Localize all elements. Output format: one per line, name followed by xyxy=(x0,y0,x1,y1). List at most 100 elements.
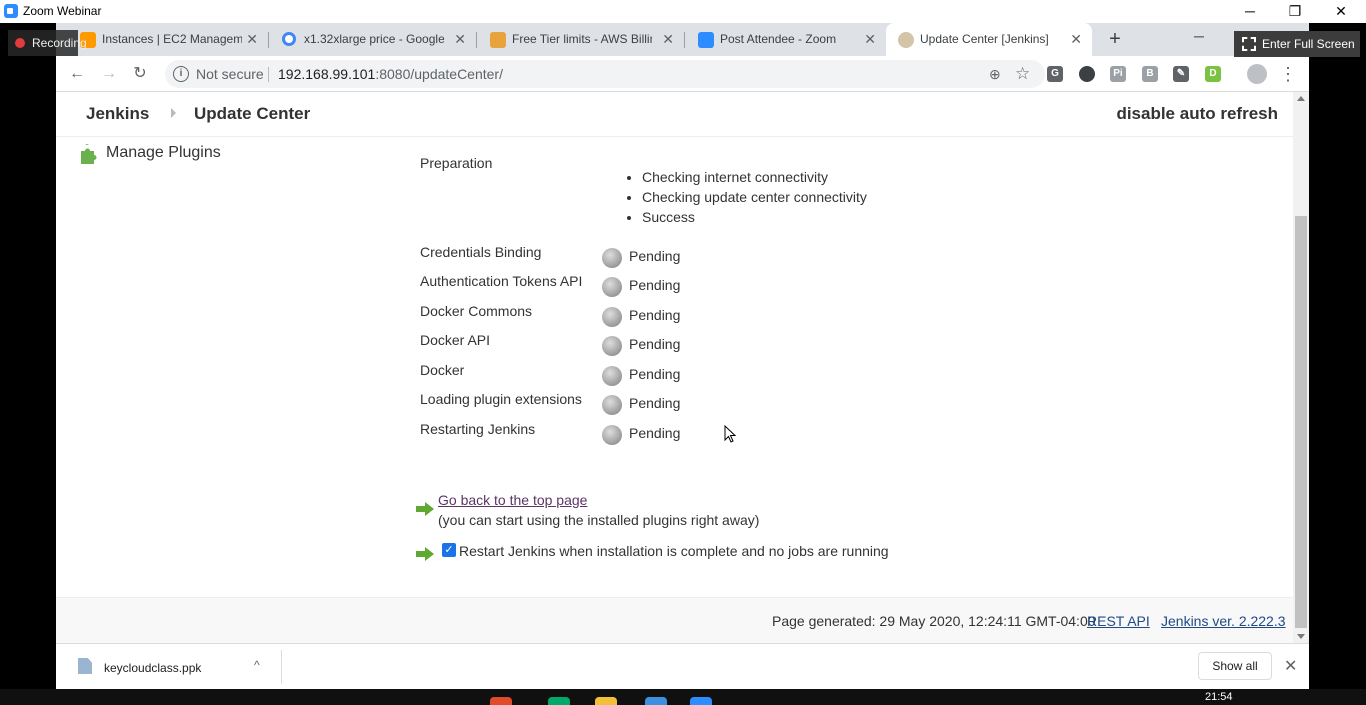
plugin-status: Pending xyxy=(629,425,681,441)
back-button[interactable]: ← xyxy=(65,62,89,86)
chevron-up-icon[interactable]: ^ xyxy=(254,658,260,672)
tab-label: Free Tier limits - AWS Billing xyxy=(512,32,652,46)
plugin-status: Pending xyxy=(629,366,681,382)
forward-button[interactable]: → xyxy=(97,62,121,86)
maximize-button[interactable]: ❐ xyxy=(1272,0,1318,23)
close-shelf-icon[interactable]: ✕ xyxy=(1284,656,1297,676)
plugin-name: Docker Commons xyxy=(420,303,533,319)
enter-full-screen-button[interactable]: Enter Full Screen xyxy=(1234,31,1360,57)
circle-ext-icon[interactable] xyxy=(1079,66,1095,82)
breadcrumb-jenkins[interactable]: Jenkins xyxy=(86,104,149,124)
pending-status-icon xyxy=(602,277,622,297)
minimize-button[interactable]: ─ xyxy=(1227,0,1273,23)
download-file-name[interactable]: keycloudclass.ppk xyxy=(104,661,201,675)
tab-zoom[interactable]: Post Attendee - Zoom ✕ xyxy=(686,23,886,56)
list-item: Checking update center connectivity xyxy=(642,189,867,209)
plugin-status: Pending xyxy=(629,395,681,411)
pending-status-icon xyxy=(602,336,622,356)
rest-api-link[interactable]: REST API xyxy=(1087,613,1150,629)
tab-label: Update Center [Jenkins] xyxy=(920,32,1049,46)
new-tab-button[interactable]: + xyxy=(1102,27,1128,53)
address-bar[interactable]: i Not secure 192.168.99.101:8080/updateC… xyxy=(165,60,1045,88)
jenkins-page: Jenkins Update Center disable auto refre… xyxy=(56,92,1293,643)
bookmark-star-icon[interactable]: ☆ xyxy=(1015,65,1033,83)
tab-label: x1.32xlarge price - Google Search xyxy=(304,32,444,46)
plugin-name: Credentials Binding xyxy=(420,244,542,260)
zoom-icon[interactable]: ⊕ xyxy=(989,66,1005,82)
reload-button[interactable]: ↻ xyxy=(128,62,152,86)
grammarly-icon[interactable]: G xyxy=(1047,66,1063,82)
close-tab-icon[interactable]: ✕ xyxy=(246,23,258,56)
manage-plugins-label: Manage Plugins xyxy=(106,144,221,161)
info-icon[interactable]: i xyxy=(173,66,189,82)
pi-ext-icon[interactable]: Pi xyxy=(1110,66,1126,82)
recording-indicator[interactable]: Recording xyxy=(8,30,87,56)
close-window-button[interactable]: ✕ xyxy=(1318,0,1364,23)
browser-window: Instances | EC2 Management ✕ x1.32xlarge… xyxy=(56,23,1309,689)
scroll-down-icon[interactable] xyxy=(1297,634,1305,639)
file-icon xyxy=(78,658,92,674)
browser-minimize-button[interactable]: ─ xyxy=(1184,23,1214,56)
app-taskbar-icon[interactable] xyxy=(645,697,667,705)
tab-label: Instances | EC2 Management xyxy=(102,32,242,46)
google-icon xyxy=(282,32,296,46)
browser-menu-icon[interactable]: ⋮ xyxy=(1276,62,1300,86)
top-page-note: (you can start using the installed plugi… xyxy=(438,512,760,528)
edit-ext-icon[interactable]: ✎ xyxy=(1173,66,1189,82)
next-arrow-icon xyxy=(416,547,434,561)
list-item: Success xyxy=(642,209,867,229)
scrollbar-thumb[interactable] xyxy=(1295,216,1307,628)
close-tab-icon[interactable]: ✕ xyxy=(454,23,466,56)
url-text[interactable]: 192.168.99.101:8080/updateCenter/ xyxy=(278,66,503,82)
plugin-status: Pending xyxy=(629,336,681,352)
top-page-link[interactable]: Go back to the top page xyxy=(438,492,587,508)
mouse-cursor-icon xyxy=(724,425,736,443)
shelf-separator xyxy=(281,650,282,684)
restart-checkbox[interactable]: ✓ xyxy=(442,543,456,557)
tab-label: Post Attendee - Zoom xyxy=(720,32,837,46)
d-ext-icon[interactable]: D xyxy=(1205,66,1221,82)
plugin-name: Loading plugin extensions xyxy=(420,391,582,407)
page-generated-text: Page generated: 29 May 2020, 12:24:11 GM… xyxy=(772,613,1096,629)
close-tab-icon[interactable]: ✕ xyxy=(864,23,876,56)
recording-label: Recording xyxy=(32,36,87,50)
zoom-logo-icon xyxy=(4,4,18,18)
pending-status-icon xyxy=(602,425,622,445)
address-separator xyxy=(268,67,269,82)
download-shelf: keycloudclass.ppk ^ Show all ✕ xyxy=(56,643,1309,689)
window-title: Zoom Webinar xyxy=(23,4,102,18)
b-ext-icon[interactable]: B xyxy=(1142,66,1158,82)
folder-taskbar-icon[interactable] xyxy=(595,697,617,705)
jenkins-header: Jenkins Update Center disable auto refre… xyxy=(56,92,1293,137)
security-label[interactable]: Not secure xyxy=(196,66,264,82)
preparation-steps: Checking internet connectivity Checking … xyxy=(642,169,867,229)
profile-avatar[interactable] xyxy=(1247,64,1267,84)
disable-auto-refresh-link[interactable]: disable auto refresh xyxy=(1116,104,1278,124)
close-tab-icon[interactable]: ✕ xyxy=(1070,23,1082,56)
puzzle-icon xyxy=(81,144,97,164)
taskbar-clock[interactable]: 21:54 xyxy=(1205,691,1233,703)
breadcrumb-arrow-icon xyxy=(171,108,176,118)
jenkins-version-link[interactable]: Jenkins ver. 2.222.3 xyxy=(1161,613,1286,629)
preparation-label: Preparation xyxy=(420,155,493,171)
breadcrumb-update-center[interactable]: Update Center xyxy=(194,104,310,124)
tab-jenkins[interactable]: Update Center [Jenkins] ✕ xyxy=(886,23,1092,56)
zoom-taskbar-icon[interactable] xyxy=(690,697,712,705)
tab-aws-billing[interactable]: Free Tier limits - AWS Billing ✕ xyxy=(478,23,684,56)
show-all-button[interactable]: Show all xyxy=(1198,652,1272,680)
tab-ec2[interactable]: Instances | EC2 Management ✕ xyxy=(68,23,268,56)
windows-taskbar: 21:54 xyxy=(0,689,1366,705)
scroll-up-icon[interactable] xyxy=(1297,96,1305,101)
restart-checkbox-label[interactable]: Restart Jenkins when installation is com… xyxy=(459,543,889,559)
close-tab-icon[interactable]: ✕ xyxy=(662,23,674,56)
tab-separator xyxy=(684,32,685,48)
app-taskbar-icon[interactable] xyxy=(548,697,570,705)
pending-status-icon xyxy=(602,366,622,386)
browser-toolbar: ← → ↻ i Not secure 192.168.99.101:8080/u… xyxy=(56,56,1309,92)
chrome-taskbar-icon[interactable] xyxy=(490,697,512,705)
fullscreen-icon xyxy=(1242,37,1256,51)
page-scrollbar[interactable] xyxy=(1293,92,1309,643)
tab-separator xyxy=(476,32,477,48)
tab-strip: Instances | EC2 Management ✕ x1.32xlarge… xyxy=(56,23,1309,56)
tab-google[interactable]: x1.32xlarge price - Google Search ✕ xyxy=(270,23,476,56)
